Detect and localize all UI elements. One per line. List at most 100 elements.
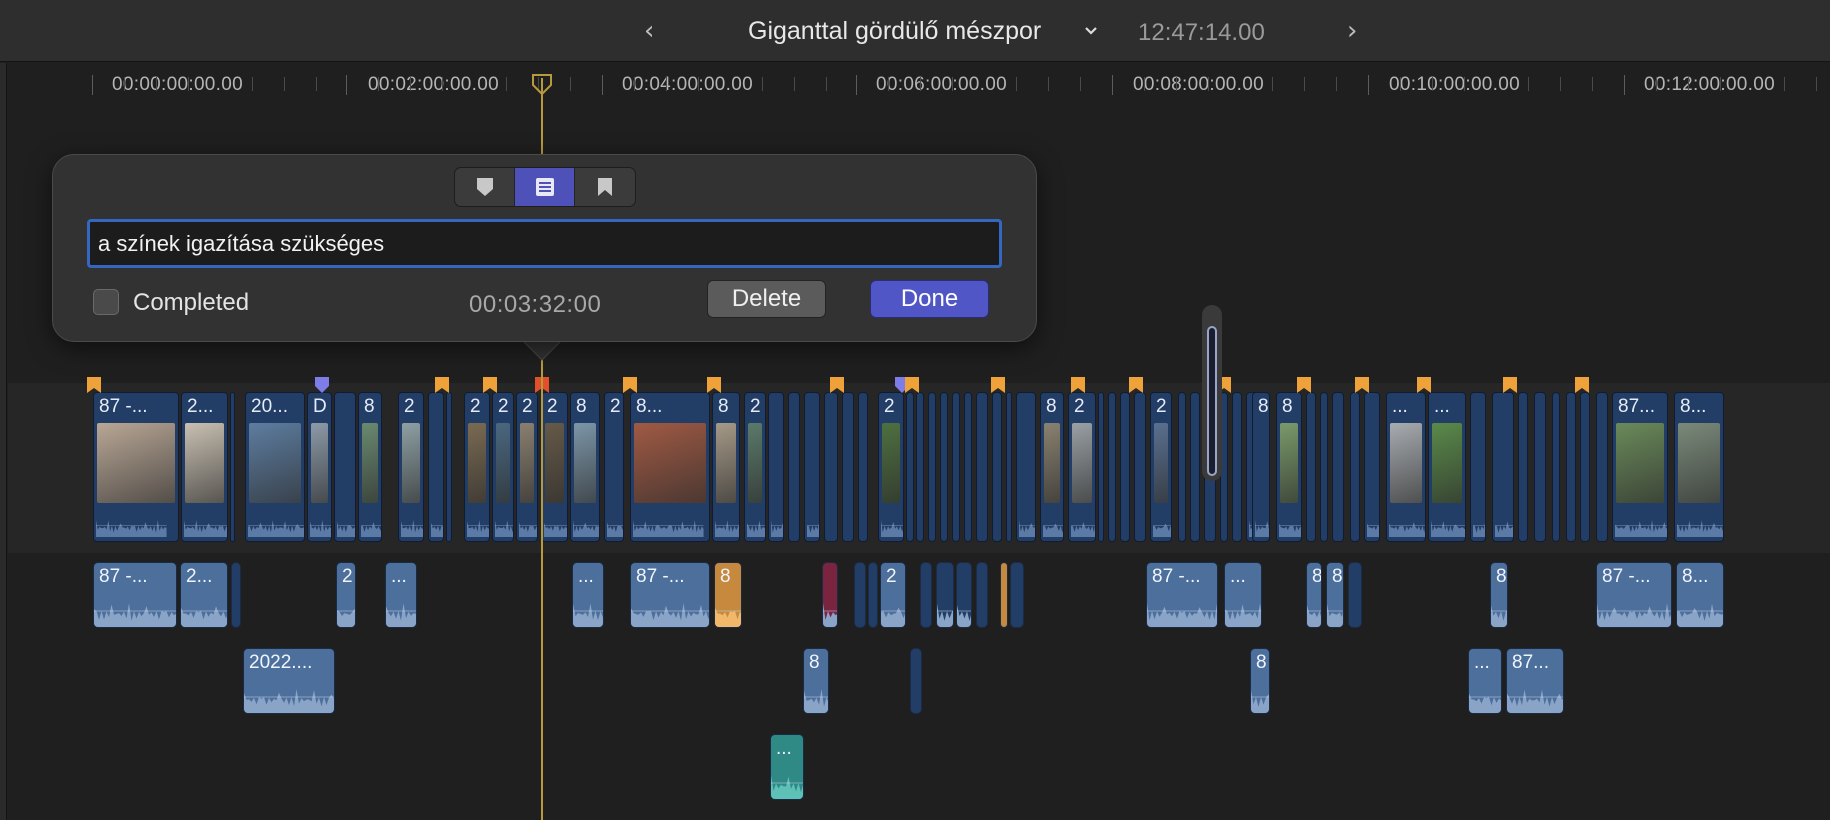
todo-marker-tab[interactable] — [515, 168, 575, 206]
audio-clip[interactable] — [231, 562, 241, 628]
audio-clip[interactable] — [854, 562, 866, 628]
video-clip[interactable] — [1596, 392, 1608, 542]
video-clip[interactable] — [952, 392, 960, 542]
video-clip[interactable] — [1006, 392, 1012, 542]
video-clip[interactable] — [992, 392, 1002, 542]
video-clip[interactable] — [964, 392, 972, 542]
video-clip[interactable]: 8 — [1276, 392, 1302, 542]
video-clip[interactable]: 2 — [878, 392, 904, 542]
audio-clip[interactable]: ... — [770, 734, 804, 800]
audio-clip[interactable] — [1348, 562, 1362, 628]
audio-clip[interactable]: 87 -... — [1146, 562, 1218, 628]
video-clip[interactable]: 8 — [1252, 392, 1270, 542]
video-clip[interactable] — [768, 392, 784, 542]
audio-clip[interactable]: 2022.... — [243, 648, 335, 714]
video-clip[interactable] — [1350, 392, 1360, 542]
video-clip[interactable]: 87... — [1612, 392, 1668, 542]
video-clip[interactable] — [230, 392, 235, 542]
zoom-slider-handle[interactable] — [1207, 326, 1217, 476]
video-clip[interactable] — [824, 392, 838, 542]
audio-clip[interactable]: 87 -... — [630, 562, 710, 628]
todo-marker-icon[interactable] — [829, 376, 845, 394]
todo-marker-icon[interactable] — [990, 376, 1006, 394]
video-clip[interactable]: 2 — [398, 392, 424, 542]
video-clip[interactable] — [334, 392, 356, 542]
back-chevron-icon[interactable]: ‹ — [644, 16, 654, 46]
todo-marker-icon[interactable] — [86, 376, 102, 394]
video-clip[interactable] — [1492, 392, 1514, 542]
video-clip[interactable] — [928, 392, 936, 542]
video-clip[interactable] — [1108, 392, 1116, 542]
video-clip[interactable]: ... — [1386, 392, 1426, 542]
audio-clip[interactable]: ... — [572, 562, 604, 628]
video-clip[interactable]: 2 — [516, 392, 538, 542]
chapter-marker-tab[interactable] — [575, 168, 635, 206]
video-clip[interactable] — [940, 392, 948, 542]
video-clip[interactable]: 2 — [492, 392, 514, 542]
audio-clip[interactable]: 8 — [1326, 562, 1344, 628]
playhead-handle-icon[interactable] — [531, 74, 553, 96]
video-clip[interactable] — [1534, 392, 1546, 542]
video-clip[interactable] — [804, 392, 820, 542]
todo-marker-icon[interactable] — [434, 376, 450, 394]
todo-marker-icon[interactable] — [904, 376, 920, 394]
audio-clip[interactable]: 2 — [880, 562, 906, 628]
project-title[interactable]: Giganttal gördülő mészpor — [748, 17, 1041, 46]
video-clip[interactable] — [1566, 392, 1576, 542]
video-clip[interactable] — [446, 392, 452, 542]
todo-marker-icon[interactable] — [622, 376, 638, 394]
todo-marker-icon[interactable] — [1502, 376, 1518, 394]
video-clip[interactable] — [1016, 392, 1036, 542]
video-clip[interactable] — [1552, 392, 1560, 542]
video-clip[interactable] — [1178, 392, 1186, 542]
video-clip[interactable]: 8... — [630, 392, 710, 542]
audio-clip[interactable]: 8 — [1490, 562, 1508, 628]
video-clip[interactable]: 2 — [1150, 392, 1172, 542]
todo-marker-icon[interactable] — [1296, 376, 1312, 394]
delete-button[interactable]: Delete — [707, 280, 826, 318]
audio-clip[interactable] — [868, 562, 878, 628]
todo-marker-icon[interactable] — [1070, 376, 1086, 394]
video-clip[interactable]: 2 — [744, 392, 766, 542]
audio-clip[interactable]: 8 — [1306, 562, 1322, 628]
video-clip[interactable] — [1470, 392, 1486, 542]
video-clip[interactable] — [1580, 392, 1590, 542]
video-clip[interactable]: 2 — [604, 392, 624, 542]
audio-clip[interactable] — [1010, 562, 1024, 628]
standard-marker-tab[interactable] — [455, 168, 515, 206]
audio-clip[interactable]: ... — [385, 562, 417, 628]
video-clip[interactable] — [1098, 392, 1104, 542]
video-clip[interactable] — [1190, 392, 1200, 542]
video-clip[interactable]: 8... — [1674, 392, 1724, 542]
video-clip[interactable] — [906, 392, 914, 542]
marker-name-input[interactable] — [87, 219, 1002, 268]
video-clip[interactable]: 2 — [1068, 392, 1096, 542]
video-clip[interactable] — [788, 392, 800, 542]
audio-clip[interactable]: 8 — [714, 562, 742, 628]
video-clip[interactable] — [858, 392, 868, 542]
audio-clip[interactable]: 8 — [1250, 648, 1270, 714]
video-clip[interactable] — [1518, 392, 1528, 542]
marker-type-selector[interactable] — [454, 167, 636, 207]
todo-marker-icon[interactable] — [482, 376, 498, 394]
video-clip[interactable] — [976, 392, 988, 542]
audio-clip[interactable] — [956, 562, 972, 628]
video-clip[interactable] — [842, 392, 854, 542]
video-clip[interactable]: 87 -... — [93, 392, 179, 542]
done-button[interactable]: Done — [870, 280, 989, 318]
todo-marker-icon[interactable] — [1354, 376, 1370, 394]
video-clip[interactable]: 2 — [541, 392, 568, 542]
audio-clip[interactable] — [910, 648, 922, 714]
audio-clip[interactable] — [1000, 562, 1008, 628]
audio-clip[interactable]: 87... — [1506, 648, 1564, 714]
video-clip[interactable] — [1364, 392, 1380, 542]
audio-clip[interactable]: 8... — [1676, 562, 1724, 628]
todo-marker-icon[interactable] — [1416, 376, 1432, 394]
audio-clip[interactable]: ... — [1468, 648, 1502, 714]
video-clip[interactable] — [916, 392, 924, 542]
video-clip[interactable] — [1120, 392, 1130, 542]
video-clip[interactable]: D — [307, 392, 332, 542]
video-clip[interactable]: 20... — [245, 392, 305, 542]
marker-icon[interactable] — [314, 376, 330, 394]
audio-clip[interactable] — [976, 562, 988, 628]
